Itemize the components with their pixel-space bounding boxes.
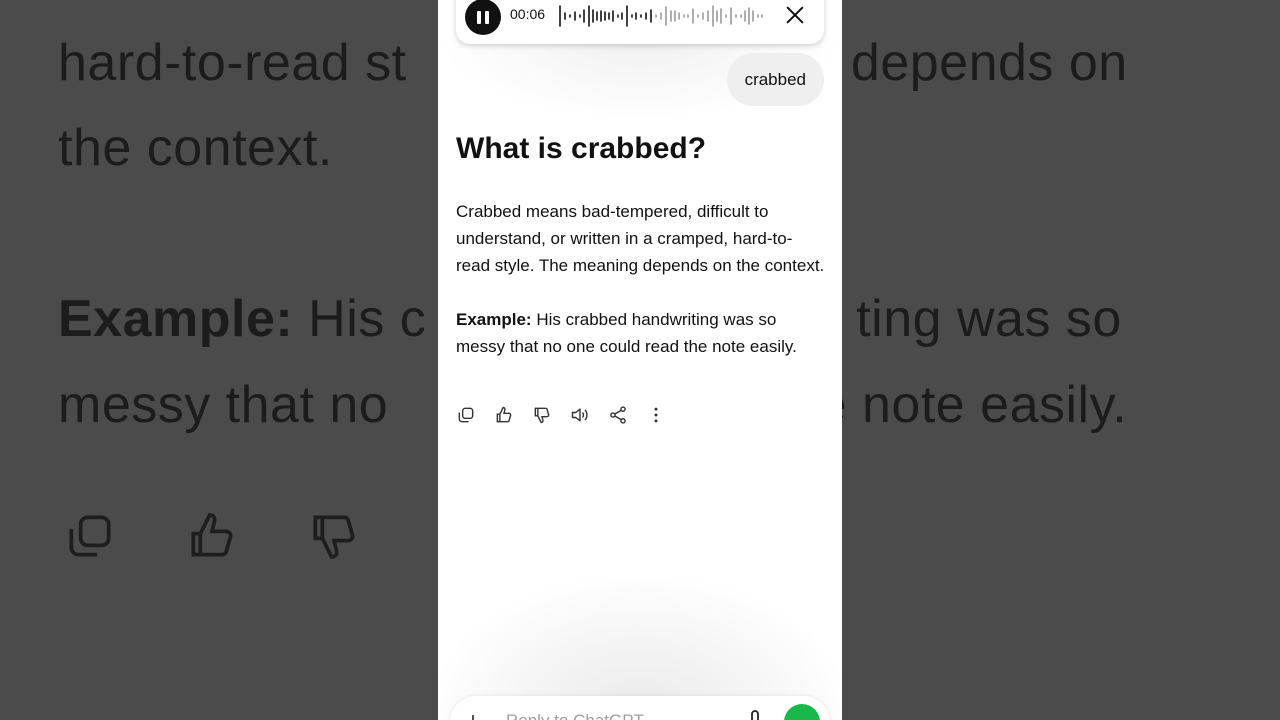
user-message-bubble: crabbed [726,53,824,106]
copy-icon [458,407,474,423]
pause-button[interactable] [465,0,501,35]
answer-paragraph: Crabbed means bad-tempered, difficult to… [456,202,825,275]
copy-button[interactable] [456,405,476,425]
thumbs-up-button[interactable] [494,405,514,425]
share-button[interactable] [608,405,628,425]
pause-icon-bar [485,10,489,24]
mic-icon[interactable] [748,710,762,720]
composer-bar: + [450,696,830,720]
message-actions [456,405,666,425]
more-icon [654,407,658,423]
bg-action-icons [62,508,362,564]
example-label: Example: [456,310,532,329]
audio-timer: 00:06 [510,6,546,22]
thumbs-up-icon [496,406,512,423]
answer-body: Crabbed means bad-tempered, difficult to… [456,198,826,387]
bg-line-2: the context. [58,119,333,177]
pause-icon-bar [477,10,481,24]
thumbs-down-button[interactable] [532,405,552,425]
waveform[interactable] [558,2,764,30]
audio-player-bar: 00:06 [456,0,824,44]
plus-icon[interactable]: + [466,710,480,720]
bg-copy-icon [69,515,111,557]
bg-thumbs-up-icon [191,513,233,557]
more-button[interactable] [646,405,666,425]
speaker-icon [571,408,588,422]
answer-title: What is crabbed? [456,132,707,165]
read-aloud-button[interactable] [570,405,590,425]
reply-input[interactable] [504,710,728,720]
phone-screen: 00:06 crabbed What is crabbed? Crabbed m… [438,0,842,720]
close-icon[interactable] [784,4,806,26]
thumbs-down-icon [534,407,550,424]
bg-thumbs-down-icon [313,515,355,559]
share-icon [610,406,626,424]
voice-mode-button[interactable] [784,704,820,720]
example-paragraph: Example: His crabbed handwriting was so … [456,306,826,360]
